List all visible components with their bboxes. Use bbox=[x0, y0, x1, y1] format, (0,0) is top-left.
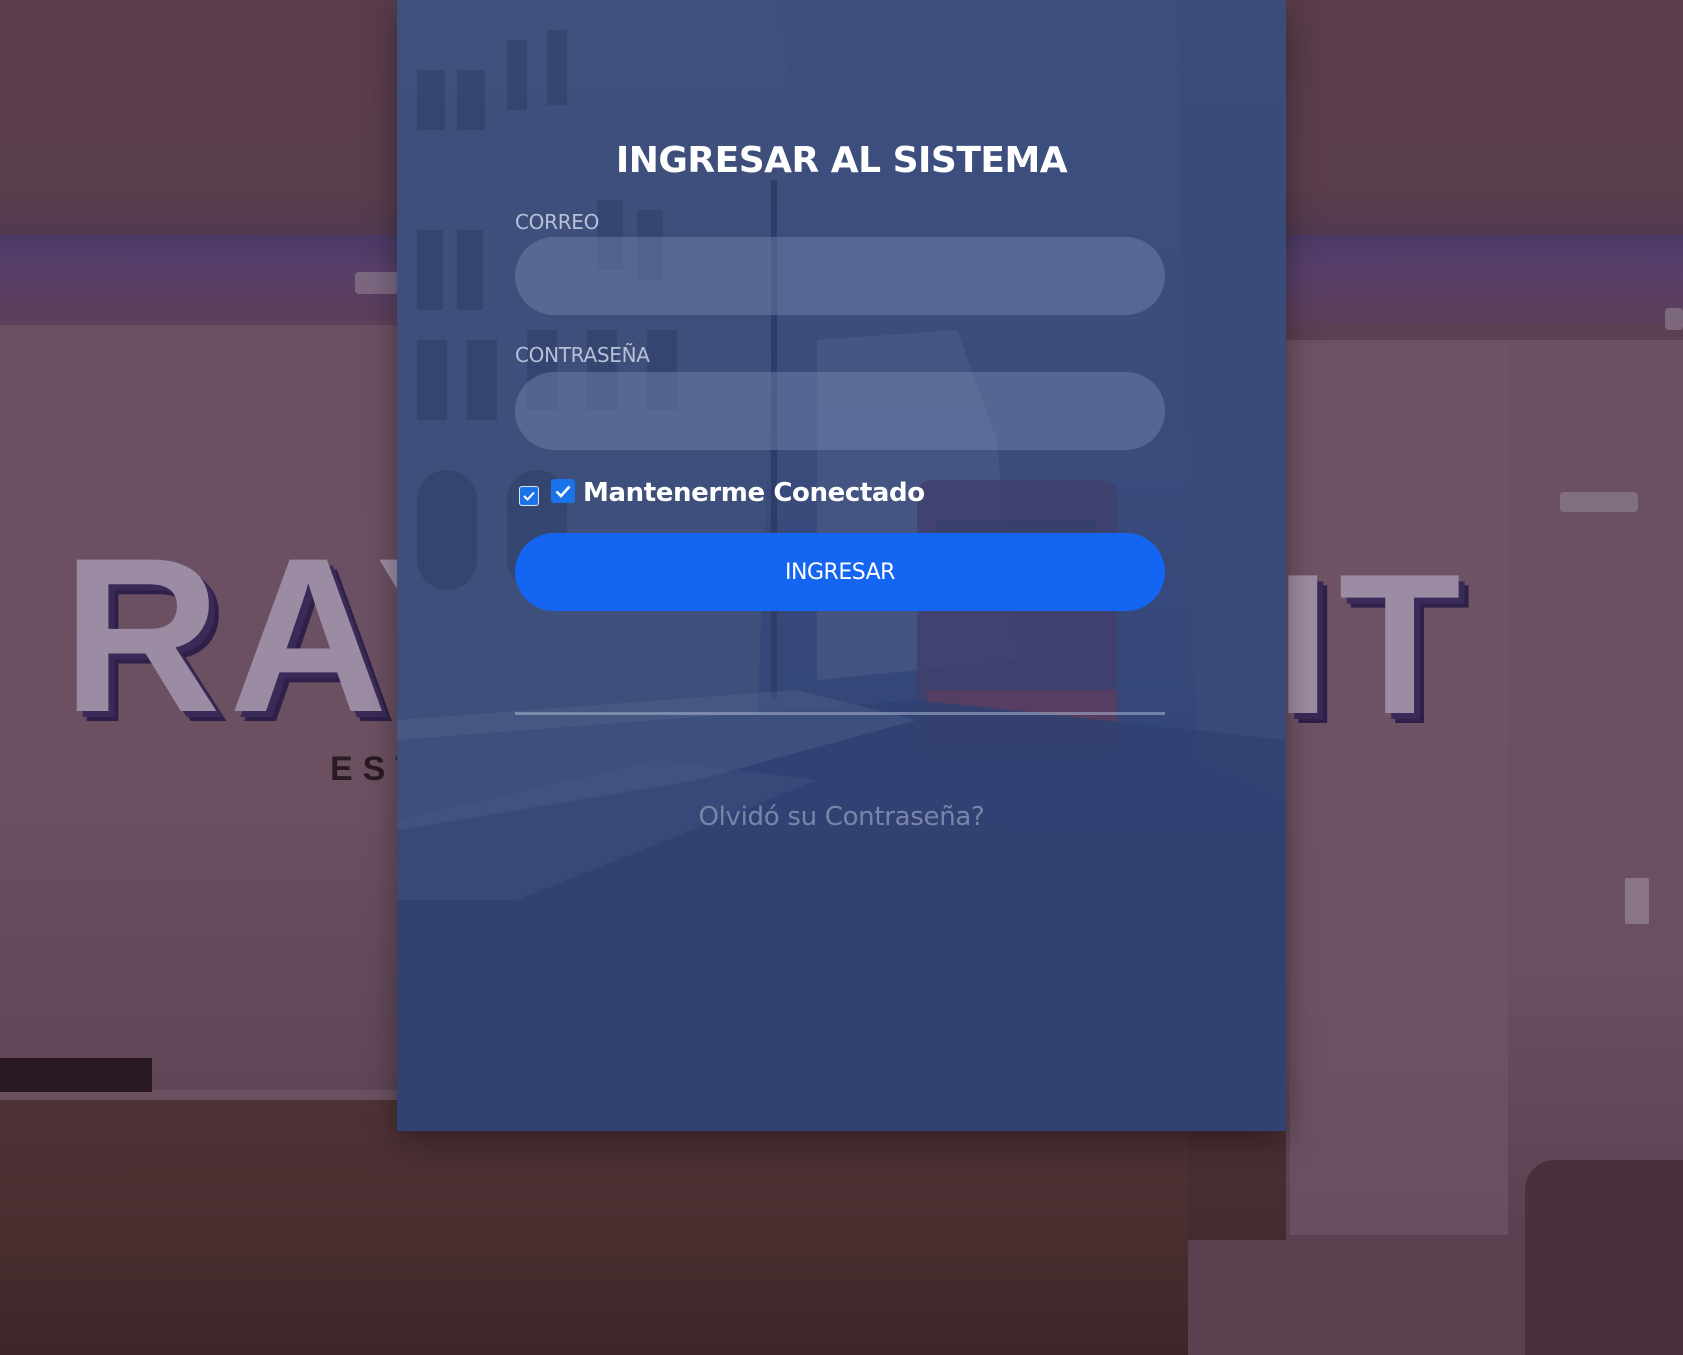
login-panel: INGRESAR AL SISTEMA CORREO CONTRASEÑA Ma… bbox=[397, 0, 1286, 1131]
password-field[interactable] bbox=[515, 372, 1165, 450]
email-label: CORREO bbox=[515, 210, 600, 234]
background-ceiling-light bbox=[1665, 308, 1683, 330]
remember-me-checkbox[interactable] bbox=[519, 486, 539, 506]
password-label: CONTRASEÑA bbox=[515, 343, 650, 367]
remember-me-checkbox-styled[interactable] bbox=[551, 479, 575, 503]
background-monitor bbox=[0, 1058, 152, 1092]
background-reception-desk bbox=[0, 1100, 1188, 1355]
forgot-password-link[interactable]: Olvidó su Contraseña? bbox=[397, 802, 1286, 832]
checkmark-icon bbox=[523, 491, 535, 501]
background-ceiling-light bbox=[355, 272, 400, 294]
remember-me-label[interactable]: Mantenerme Conectado bbox=[583, 478, 925, 508]
remember-me-row: Mantenerme Conectado bbox=[519, 476, 925, 510]
background-ceiling-light bbox=[1560, 492, 1638, 512]
background-light-switch bbox=[1625, 878, 1649, 924]
email-field[interactable] bbox=[515, 237, 1165, 315]
login-screen: RAY IT EST INGRESAR AL SISTEMA CORREO CO… bbox=[0, 0, 1683, 1355]
background-panel bbox=[1290, 345, 1508, 1235]
background-chair bbox=[1525, 1160, 1683, 1355]
page-title: INGRESAR AL SISTEMA bbox=[615, 140, 1068, 181]
divider bbox=[515, 712, 1165, 715]
checkmark-icon bbox=[555, 485, 571, 498]
login-button[interactable]: INGRESAR bbox=[515, 533, 1165, 611]
background-sign-right: IT bbox=[1275, 533, 1469, 756]
